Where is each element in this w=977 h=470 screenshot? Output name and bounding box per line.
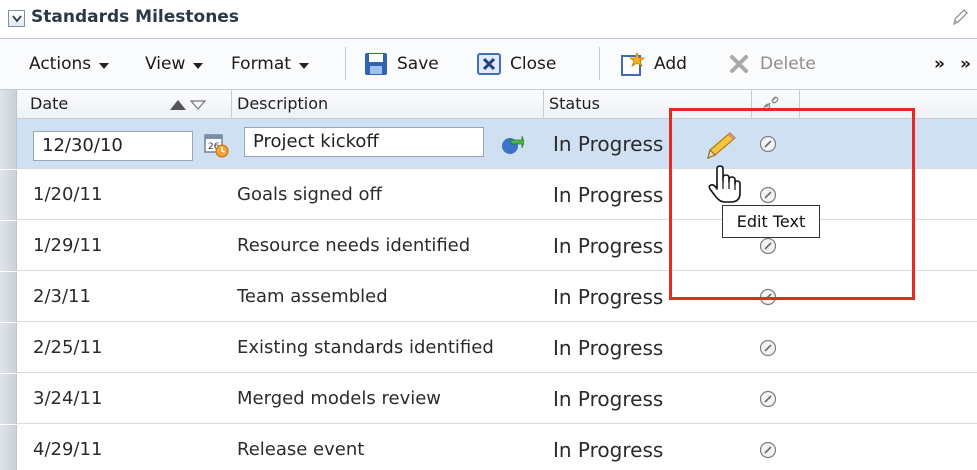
- link-icon[interactable]: [759, 288, 777, 306]
- date-cell: 3/24/11: [33, 388, 103, 409]
- delete-button[interactable]: Delete: [726, 39, 816, 89]
- overflow-icon: »: [934, 54, 945, 74]
- row-header[interactable]: [0, 170, 17, 220]
- column-separator[interactable]: [799, 90, 800, 119]
- column-header-date[interactable]: Date: [26, 90, 68, 119]
- table-row[interactable]: 1/20/11 Goals signed off In Progress: [0, 170, 977, 220]
- description-field[interactable]: Project kickoff: [244, 127, 484, 157]
- table-row[interactable]: 3/24/11 Merged models review In Progress: [0, 374, 977, 424]
- link-icon[interactable]: [759, 339, 777, 357]
- chevron-down-icon: [12, 15, 22, 23]
- link-icon[interactable]: [759, 390, 777, 408]
- hand-cursor-icon: [708, 165, 741, 203]
- date-cell: 4/29/11: [33, 439, 103, 460]
- description-cell: Resource needs identified: [237, 235, 471, 256]
- status-cell: In Progress: [553, 336, 664, 360]
- chevron-down-icon: [99, 62, 110, 69]
- view-menu[interactable]: View: [145, 39, 204, 89]
- format-menu[interactable]: Format: [231, 39, 309, 89]
- add-icon: [621, 51, 646, 76]
- toolbar: Actions View Format Save Close Add Delet…: [0, 39, 977, 89]
- close-button[interactable]: Close: [476, 39, 556, 89]
- table-row-editing[interactable]: 12/30/10 26 Project kickoff In Progress: [0, 119, 977, 169]
- save-button[interactable]: Save: [363, 39, 439, 89]
- sort-ascending-icon[interactable]: [170, 100, 186, 110]
- table-row[interactable]: 1/29/11 Resource needs identified In Pro…: [0, 221, 977, 271]
- status-cell: In Progress: [553, 234, 664, 258]
- table-row[interactable]: 2/25/11 Existing standards identified In…: [0, 323, 977, 373]
- collapse-button[interactable]: [8, 10, 25, 27]
- link-icon[interactable]: [759, 186, 777, 204]
- row-header[interactable]: [0, 119, 17, 169]
- column-separator[interactable]: [231, 90, 232, 119]
- panel-header: Standards Milestones: [0, 0, 977, 38]
- description-cell: Existing standards identified: [237, 337, 494, 358]
- panel-title: Standards Milestones: [31, 7, 239, 27]
- pencil-icon[interactable]: [951, 7, 969, 27]
- description-cell: Release event: [237, 439, 365, 460]
- row-header-corner: [0, 90, 17, 119]
- status-cell: In Progress: [553, 183, 664, 207]
- table-row[interactable]: 2/3/11 Team assembled In Progress: [0, 272, 977, 322]
- save-icon: [365, 53, 387, 75]
- status-cell: In Progress: [553, 387, 664, 411]
- close-button-label: Close: [510, 54, 557, 74]
- add-button-label: Add: [654, 54, 687, 74]
- link-icon: [763, 96, 779, 111]
- status-cell: In Progress: [553, 438, 664, 462]
- row-header[interactable]: [0, 272, 17, 322]
- edit-text-tooltip: Edit Text: [722, 205, 820, 238]
- delete-button-label: Delete: [760, 54, 816, 74]
- calendar-icon[interactable]: 26: [203, 132, 229, 158]
- overflow-icon: »: [960, 54, 971, 74]
- toolbar-separator: [345, 47, 346, 80]
- column-separator[interactable]: [751, 90, 752, 119]
- row-header[interactable]: [0, 425, 17, 470]
- table-header: Date Description Status: [0, 89, 977, 119]
- row-header[interactable]: [0, 374, 17, 424]
- toolbar-separator: [599, 47, 600, 80]
- view-menu-label: View: [145, 54, 186, 74]
- column-header-status[interactable]: Status: [545, 90, 600, 119]
- date-cell: 2/3/11: [33, 286, 91, 307]
- refresh-arrow-icon[interactable]: [500, 134, 524, 156]
- description-cell: Goals signed off: [237, 184, 382, 205]
- link-icon[interactable]: [759, 441, 777, 459]
- overflow-button[interactable]: »: [934, 39, 945, 89]
- column-separator[interactable]: [543, 90, 544, 119]
- chevron-down-icon: [298, 62, 309, 69]
- row-header[interactable]: [0, 221, 17, 271]
- description-cell: Merged models review: [237, 388, 442, 409]
- save-button-label: Save: [397, 54, 439, 74]
- date-cell: 2/25/11: [33, 337, 103, 358]
- format-menu-label: Format: [231, 54, 291, 74]
- overflow-button-secondary[interactable]: »: [960, 39, 971, 89]
- link-icon[interactable]: [759, 237, 777, 255]
- description-cell: Team assembled: [237, 286, 388, 307]
- sort-descending-icon[interactable]: [190, 100, 206, 110]
- row-header[interactable]: [0, 323, 17, 373]
- actions-menu[interactable]: Actions: [29, 39, 110, 89]
- add-button[interactable]: Add: [620, 39, 687, 89]
- link-icon[interactable]: [759, 135, 777, 153]
- column-header-description[interactable]: Description: [233, 90, 328, 119]
- status-cell: In Progress: [553, 285, 664, 309]
- status-cell: In Progress: [553, 132, 664, 156]
- pencil-icon[interactable]: [703, 131, 737, 161]
- actions-menu-label: Actions: [29, 54, 92, 74]
- date-field[interactable]: 12/30/10: [33, 131, 193, 161]
- date-cell: 1/29/11: [33, 235, 103, 256]
- date-cell: 1/20/11: [33, 184, 103, 205]
- delete-icon: [730, 55, 748, 73]
- close-icon: [477, 53, 501, 75]
- table-row[interactable]: 4/29/11 Release event In Progress: [0, 425, 977, 470]
- chevron-down-icon: [193, 62, 204, 69]
